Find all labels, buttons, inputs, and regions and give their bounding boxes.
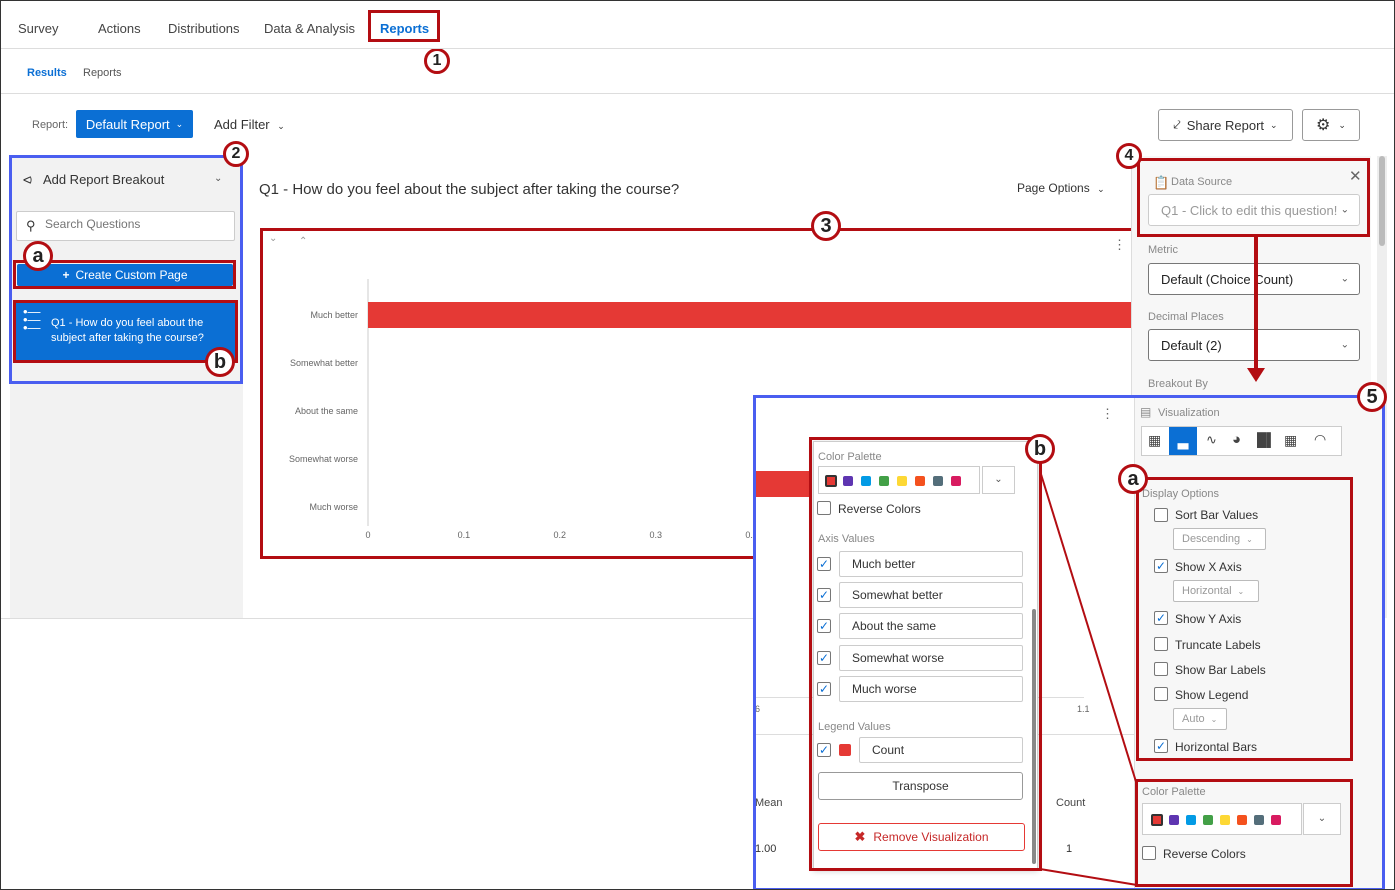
highlight-zoom-overlay	[753, 395, 1385, 889]
report-screen: Survey Actions Distributions Data & Anal…	[0, 0, 1395, 890]
annotation-5: 5	[1357, 382, 1387, 412]
